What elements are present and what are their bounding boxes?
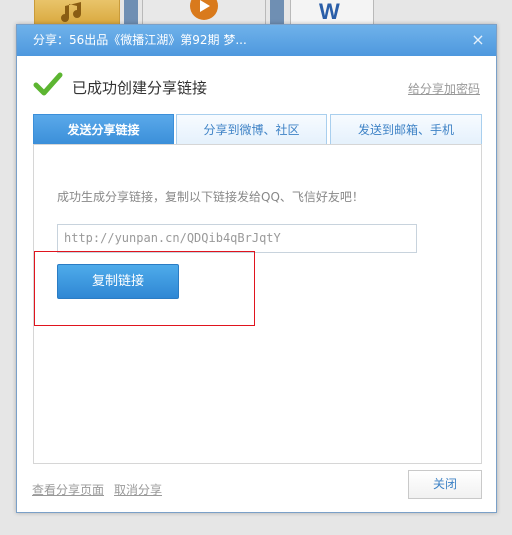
tab-send-link[interactable]: 发送分享链接 [33, 114, 174, 145]
cancel-share-link[interactable]: 取消分享 [114, 481, 162, 498]
video-file-icon [190, 0, 218, 20]
checkmark-icon [33, 72, 63, 96]
video-file-tile[interactable] [142, 0, 266, 27]
music-file-tile[interactable] [34, 0, 120, 27]
tab-send-email[interactable]: 发送到邮箱、手机 [330, 114, 482, 145]
share-dialog: 分享：56出品《微播江湖》第92期 梦... × 已成功创建分享链接 给分享加密… [16, 24, 497, 513]
share-description: 成功生成分享链接，复制以下链接发给QQ、飞信好友吧！ [57, 190, 364, 204]
tab-share-weibo[interactable]: 分享到微博、社区 [176, 114, 327, 145]
close-button[interactable]: 关闭 [408, 470, 482, 499]
word-file-icon: W [319, 0, 340, 24]
dialog-title: 分享：56出品《微播江湖》第92期 梦... [33, 33, 247, 47]
close-icon[interactable]: × [470, 32, 486, 48]
view-share-page-link[interactable]: 查看分享页面 [32, 481, 104, 498]
share-link-field[interactable]: http://yunpan.cn/QDQib4qBrJqtY [57, 224, 417, 253]
success-title: 已成功创建分享链接 [72, 79, 208, 97]
add-password-link[interactable]: 给分享加密码 [408, 80, 480, 97]
tile-gap [124, 0, 138, 26]
music-file-icon [61, 2, 81, 22]
svg-text:W: W [319, 0, 340, 24]
share-tabs: 发送分享链接 分享到微博、社区 发送到邮箱、手机 [33, 114, 482, 145]
tile-gap [270, 0, 284, 26]
dialog-titlebar: 分享：56出品《微播江湖》第92期 梦... × [17, 25, 496, 56]
word-file-tile[interactable]: W [290, 0, 374, 27]
success-header: 已成功创建分享链接 给分享加密码 [33, 72, 480, 102]
copy-link-button[interactable]: 复制链接 [57, 264, 179, 299]
